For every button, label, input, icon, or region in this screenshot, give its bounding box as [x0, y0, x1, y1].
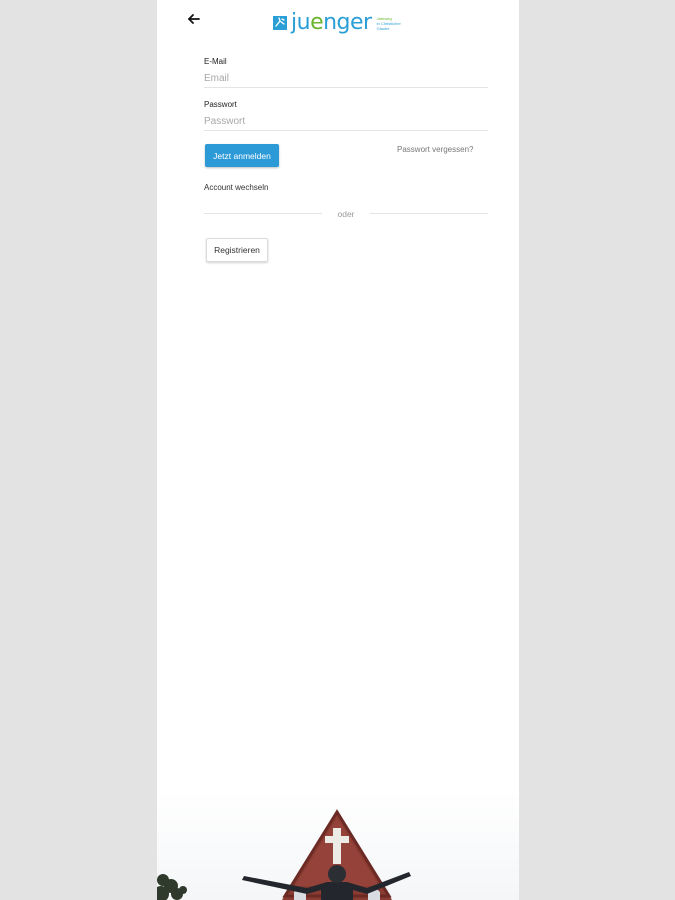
- divider-line-right: [370, 213, 488, 214]
- church-background-image: [157, 790, 519, 900]
- divider-line-left: [204, 213, 322, 214]
- app-logo: juenger Jahrweg in Christlicher Glaube: [273, 9, 415, 37]
- arrow-left-icon: [188, 14, 200, 24]
- email-field[interactable]: [204, 69, 488, 88]
- switch-account-link[interactable]: Account wechseln: [204, 183, 268, 192]
- register-button[interactable]: Registrieren: [206, 238, 268, 262]
- logo-wordmark: juenger: [291, 10, 372, 35]
- logo-mark-icon: [273, 16, 287, 30]
- back-button[interactable]: [185, 10, 203, 28]
- forgot-password-link[interactable]: Passwort vergessen?: [397, 145, 473, 154]
- app-screen: juenger Jahrweg in Christlicher Glaube E…: [157, 0, 519, 900]
- email-label: E-Mail: [204, 57, 227, 66]
- login-button[interactable]: Jetzt anmelden: [205, 144, 279, 167]
- logo-tagline: Jahrweg in Christlicher Glaube: [376, 15, 401, 31]
- password-field[interactable]: [204, 112, 488, 131]
- password-label: Passwort: [204, 100, 237, 109]
- divider-label: oder: [337, 209, 355, 219]
